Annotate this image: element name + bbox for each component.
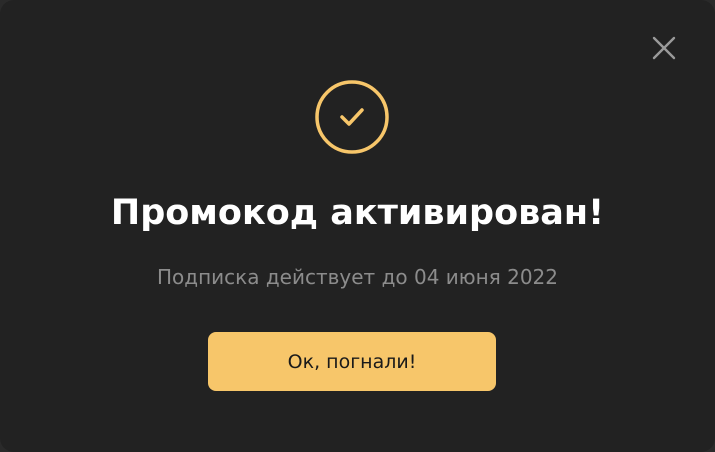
close-icon[interactable]	[651, 35, 677, 61]
promo-success-modal: Промокод активирован! Подписка действует…	[0, 0, 715, 452]
check-circle-icon	[315, 80, 389, 154]
confirm-button[interactable]: Ок, погнали!	[208, 332, 496, 391]
modal-title: Промокод активирован!	[110, 193, 605, 233]
checkmark	[340, 108, 364, 126]
subscription-expiry-text: Подписка действует до 04 июня 2022	[156, 265, 558, 289]
check-circle-ring	[315, 80, 389, 154]
